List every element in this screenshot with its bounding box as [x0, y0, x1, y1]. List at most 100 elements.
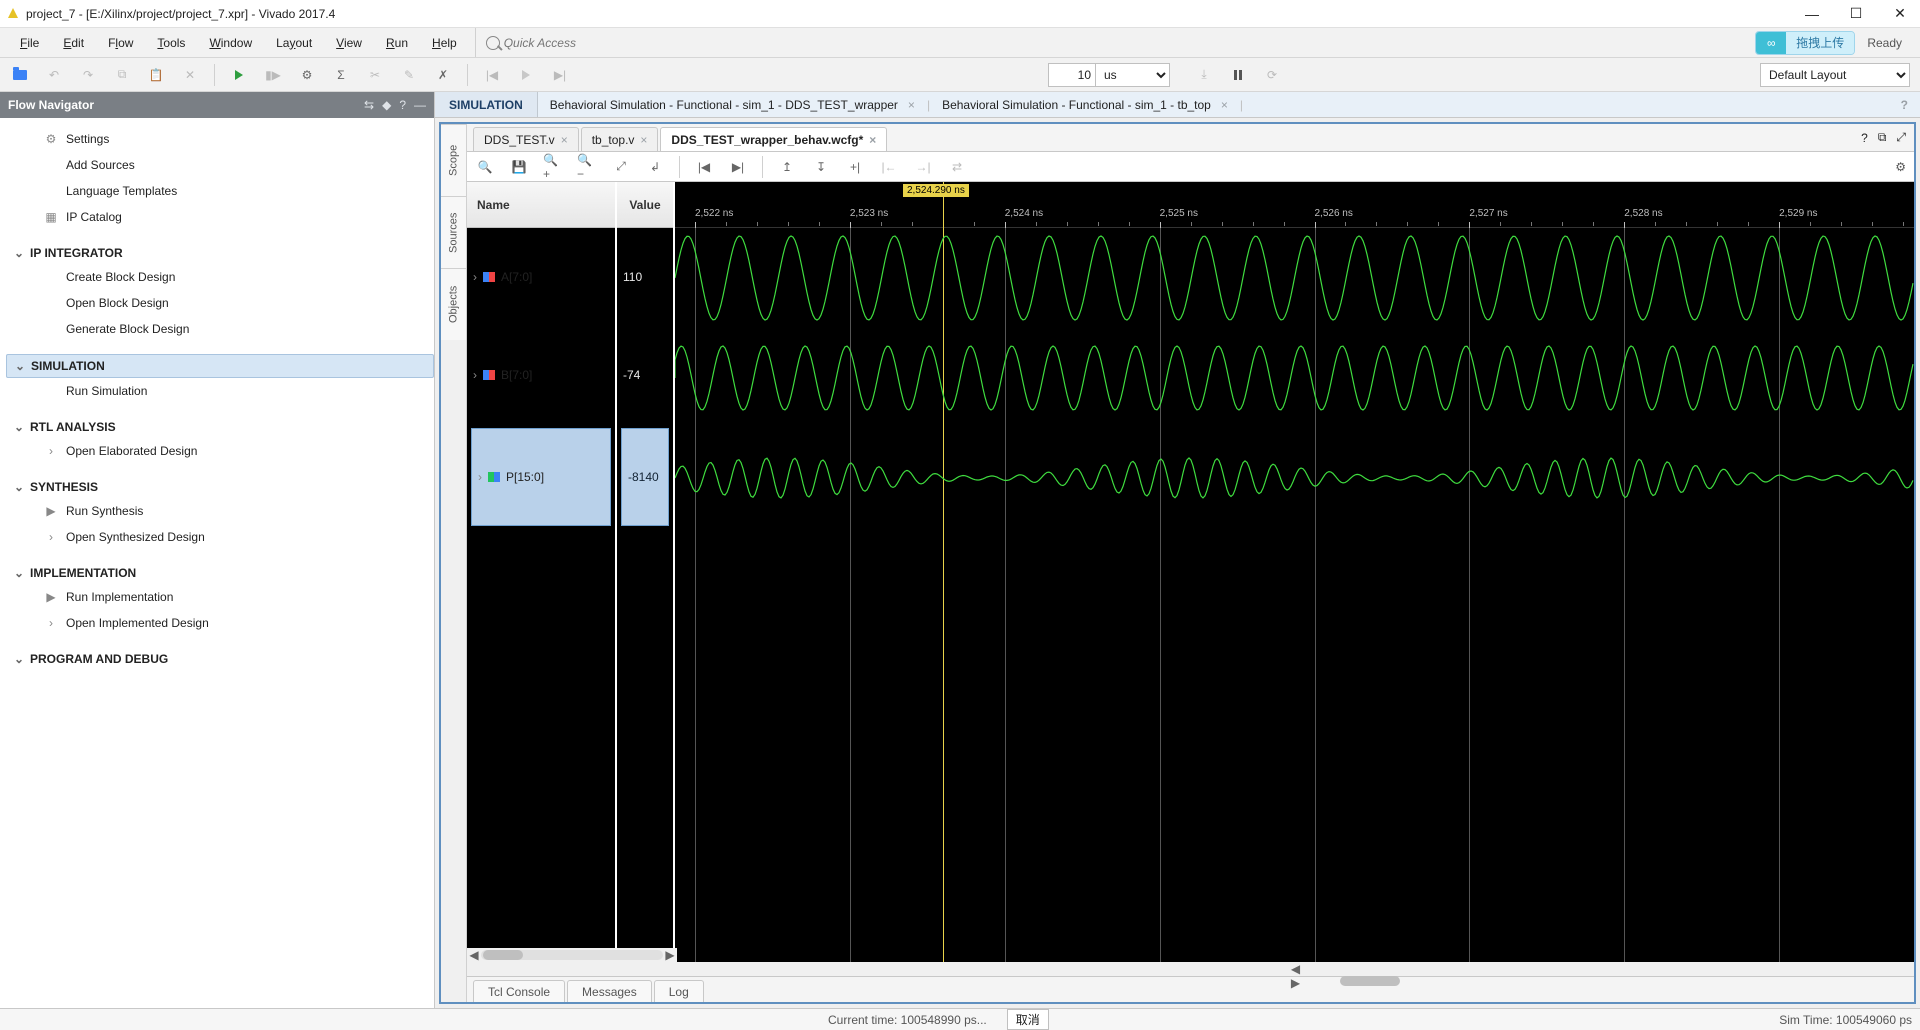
vtab-objects[interactable]: Objects	[441, 268, 466, 340]
delete-icon[interactable]: ✕	[180, 65, 200, 85]
file-tab[interactable]: DDS_TEST.v×	[473, 127, 579, 151]
flow-section-rtl-analysis[interactable]: ⌄RTL ANALYSIS	[6, 416, 434, 438]
panel-help-icon[interactable]: ?	[1901, 98, 1908, 112]
flow-item-open-block-design[interactable]: Open Block Design	[6, 290, 434, 316]
flow-item-settings[interactable]: ⚙Settings	[6, 126, 434, 152]
flow-section-ip-integrator[interactable]: ⌄IP INTEGRATOR	[6, 242, 434, 264]
step-icon[interactable]: ▶|	[550, 65, 570, 85]
menu-flow[interactable]: Flow	[98, 32, 143, 54]
tab-restore-icon[interactable]: ⧉	[1878, 130, 1887, 145]
pin-icon[interactable]: ◆	[382, 98, 391, 112]
maximize-icon[interactable]: ☐	[1848, 6, 1864, 22]
bottom-tab-log[interactable]: Log	[654, 980, 704, 1002]
menu-help[interactable]: Help	[422, 32, 467, 54]
wave-hscroll[interactable]: ◀▶	[677, 962, 1914, 976]
waveform[interactable]	[675, 333, 1914, 423]
names-hscroll[interactable]: ◀▶	[467, 948, 677, 962]
wv-settings-icon[interactable]: ⚙	[1895, 160, 1906, 174]
wv-zoom-in-icon[interactable]: 🔍+	[543, 157, 563, 177]
help-icon[interactable]: ?	[399, 98, 406, 112]
flow-item-ip-catalog[interactable]: ▦IP Catalog	[6, 204, 434, 230]
play-icon[interactable]	[516, 65, 536, 85]
cancel-button[interactable]: 取消	[1007, 1009, 1049, 1030]
highlight-icon[interactable]: ✎	[399, 65, 419, 85]
menu-layout[interactable]: Layout	[266, 32, 322, 54]
minimize-icon[interactable]: —	[1804, 6, 1820, 22]
waveform[interactable]	[675, 233, 1914, 323]
vtab-scope[interactable]: Scope	[441, 124, 466, 196]
wv-swap-icon[interactable]: ⇄	[947, 157, 967, 177]
restart-icon[interactable]: |◀	[482, 65, 502, 85]
bottom-tab-messages[interactable]: Messages	[567, 980, 652, 1002]
flow-item-language-templates[interactable]: Language Templates	[6, 178, 434, 204]
wv-next-edge-icon[interactable]: ↧	[811, 157, 831, 177]
tab-max-icon[interactable]: ⤢	[1896, 130, 1906, 145]
redo-icon[interactable]: ↷	[78, 65, 98, 85]
undo-icon[interactable]: ↶	[44, 65, 64, 85]
wv-prev-edge-icon[interactable]: ↥	[777, 157, 797, 177]
signal-value-row[interactable]: 110	[617, 228, 673, 326]
cut-icon[interactable]: ✂	[365, 65, 385, 85]
sim-crumb-1[interactable]: Behavioral Simulation - Functional - sim…	[538, 98, 927, 112]
flow-section-implementation[interactable]: ⌄IMPLEMENTATION	[6, 562, 434, 584]
menu-file[interactable]: File	[10, 32, 49, 54]
signal-name-row[interactable]: ›B[7:0]	[467, 326, 615, 424]
waveform[interactable]	[675, 433, 1914, 523]
runtime-unit-select[interactable]: us	[1096, 63, 1170, 87]
file-tab[interactable]: DDS_TEST_wrapper_behav.wcfg*×	[660, 127, 887, 151]
runtime-value-input[interactable]	[1048, 63, 1096, 87]
settings-icon[interactable]: ⚙	[297, 65, 317, 85]
signal-name-row[interactable]: ›A[7:0]	[467, 228, 615, 326]
upload-pill[interactable]: ∞ 拖拽上传	[1755, 31, 1855, 55]
signal-value-row[interactable]: -8140	[621, 428, 669, 526]
wv-goto-start-icon[interactable]: |◀	[694, 157, 714, 177]
menu-tools[interactable]: Tools	[147, 32, 195, 54]
menu-edit[interactable]: Edit	[53, 32, 94, 54]
layout-select[interactable]: Default Layout	[1760, 63, 1910, 87]
flow-item-open-elaborated-design[interactable]: ›Open Elaborated Design	[6, 438, 434, 464]
flow-item-run-simulation[interactable]: Run Simulation	[6, 378, 434, 404]
wv-zoom-out-icon[interactable]: 🔍−	[577, 157, 597, 177]
tab-help-icon[interactable]: ?	[1861, 131, 1868, 145]
minimize-panel-icon[interactable]: —	[414, 98, 426, 112]
vtab-sources[interactable]: Sources	[441, 196, 466, 268]
wv-zoom-fit-icon[interactable]: ⤢	[611, 157, 631, 177]
flow-item-run-implementation[interactable]: ▶Run Implementation	[6, 584, 434, 610]
run-icon[interactable]	[229, 65, 249, 85]
menu-window[interactable]: Window	[199, 32, 262, 54]
signal-name-row[interactable]: ›P[15:0]	[471, 428, 611, 526]
wv-add-marker-icon[interactable]: +|	[845, 157, 865, 177]
flow-item-add-sources[interactable]: Add Sources	[6, 152, 434, 178]
wv-next-marker-icon[interactable]: →|	[913, 157, 933, 177]
close-icon[interactable]: ✕	[1892, 6, 1908, 22]
flow-section-program-and-debug[interactable]: ⌄PROGRAM AND DEBUG	[6, 648, 434, 670]
flow-item-open-synthesized-design[interactable]: ›Open Synthesized Design	[6, 524, 434, 550]
pause-icon[interactable]	[1228, 65, 1248, 85]
reload-icon[interactable]: ⟳	[1262, 65, 1282, 85]
sim-crumb-2[interactable]: Behavioral Simulation - Functional - sim…	[930, 98, 1240, 112]
wv-goto-end-icon[interactable]: ▶|	[728, 157, 748, 177]
signal-value-row[interactable]: -74	[617, 326, 673, 424]
break-icon[interactable]: ⤓	[1194, 65, 1214, 85]
wv-goto-cursor-icon[interactable]: ↲	[645, 157, 665, 177]
open-icon[interactable]	[10, 65, 30, 85]
paste-icon[interactable]: 📋	[146, 65, 166, 85]
file-tab[interactable]: tb_top.v×	[581, 127, 659, 151]
flow-section-synthesis[interactable]: ⌄SYNTHESIS	[6, 476, 434, 498]
copy-icon[interactable]: ⧉	[112, 65, 132, 85]
flow-item-create-block-design[interactable]: Create Block Design	[6, 264, 434, 290]
flow-section-simulation[interactable]: ⌄SIMULATION	[6, 354, 434, 378]
quick-access-input[interactable]	[504, 32, 724, 54]
menu-view[interactable]: View	[326, 32, 372, 54]
bottom-tab-tcl-console[interactable]: Tcl Console	[473, 980, 565, 1002]
collapse-icon[interactable]: ⇆	[364, 98, 374, 112]
close-tab-icon[interactable]: ×	[640, 133, 647, 147]
flow-item-run-synthesis[interactable]: ▶Run Synthesis	[6, 498, 434, 524]
unlink-icon[interactable]: ✗	[433, 65, 453, 85]
menu-run[interactable]: Run	[376, 32, 418, 54]
close-crumb-icon[interactable]: ×	[908, 98, 915, 112]
sigma-icon[interactable]: Σ	[331, 65, 351, 85]
relaunch-icon[interactable]: ▮▶	[263, 65, 283, 85]
wv-prev-marker-icon[interactable]: |←	[879, 157, 899, 177]
close-crumb-icon[interactable]: ×	[1221, 98, 1228, 112]
